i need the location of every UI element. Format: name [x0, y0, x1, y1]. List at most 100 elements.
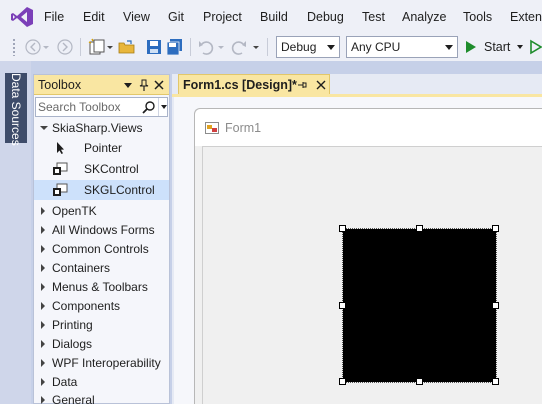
- menu-bar: File Edit View Git Project Build Debug T…: [0, 0, 542, 33]
- toolbox-item-label: SKGLControl: [84, 183, 155, 197]
- toolbox-header[interactable]: Toolbox: [34, 75, 169, 95]
- collapsed-arrow-icon: [41, 302, 45, 310]
- collapsed-arrow-icon: [41, 378, 45, 386]
- resize-handle-top-right[interactable]: [492, 225, 499, 232]
- menu-test[interactable]: Test: [362, 9, 385, 25]
- start-without-debugging-icon[interactable]: [528, 38, 542, 56]
- form-icon: [205, 122, 219, 134]
- pointer-icon: [57, 142, 64, 154]
- pin-icon[interactable]: [297, 79, 307, 91]
- new-project-icon[interactable]: [88, 38, 106, 56]
- collapsed-arrow-icon: [41, 207, 45, 215]
- toolbox-group-menus-toolbars[interactable]: Menus & Toolbars: [34, 277, 169, 297]
- start-button-label: Start: [484, 40, 511, 54]
- menu-file-label: File: [44, 10, 65, 24]
- menu-view-label: View: [123, 10, 150, 24]
- menu-edit[interactable]: Edit: [83, 9, 105, 25]
- resize-handle-bottom[interactable]: [416, 378, 423, 385]
- solution-configuration-value: Debug: [281, 40, 317, 54]
- undo-icon[interactable]: [197, 38, 215, 56]
- toolbox-group-label: Components: [52, 299, 121, 313]
- start-debugging-button[interactable]: Start: [462, 36, 526, 58]
- resize-handle-right[interactable]: [492, 302, 499, 309]
- menu-edit-label: Edit: [83, 10, 105, 24]
- form1-title: Form1: [225, 121, 262, 135]
- navigate-forward-icon[interactable]: [56, 38, 74, 56]
- save-all-icon[interactable]: [166, 38, 184, 56]
- menu-git[interactable]: Git: [168, 9, 184, 25]
- solution-platform-select[interactable]: Any CPU: [346, 36, 458, 58]
- toolbox-group-skiasharp-views[interactable]: SkiaSharp.Views: [34, 118, 169, 138]
- menu-analyze-label: Analyze: [402, 10, 447, 24]
- collapsed-arrow-icon: [41, 321, 45, 329]
- toolbox-search-input[interactable]: [36, 98, 140, 116]
- menu-tools[interactable]: Tools: [463, 9, 492, 25]
- toolbox-group-components[interactable]: Components: [34, 296, 169, 316]
- toolbox-group-label: OpenTK: [52, 204, 97, 218]
- collapsed-arrow-icon: [41, 283, 45, 291]
- navigate-back-icon[interactable]: [24, 38, 42, 56]
- search-options-dropdown-icon[interactable]: [158, 98, 168, 116]
- play-icon: [466, 41, 476, 53]
- toolbox-group-label: Data: [52, 375, 78, 389]
- toolbox-group-common-controls[interactable]: Common Controls: [34, 239, 169, 259]
- redo-dropdown-icon[interactable]: [252, 38, 260, 56]
- data-sources-tab[interactable]: Data Sources: [5, 73, 27, 146]
- menu-build-label: Build: [260, 10, 288, 24]
- form1-titlebar[interactable]: Form1: [195, 109, 542, 146]
- toolbox-group-label: WPF Interoperability: [52, 356, 161, 370]
- open-file-icon[interactable]: [118, 38, 136, 56]
- navigate-back-dropdown-icon[interactable]: [42, 38, 50, 56]
- toolbox-group-data[interactable]: Data: [34, 372, 169, 392]
- toolbar-grip-icon[interactable]: [12, 38, 16, 56]
- toolbox-group-label: All Windows Forms: [52, 223, 155, 237]
- chevron-down-icon[interactable]: [517, 45, 523, 49]
- redo-icon[interactable]: [230, 38, 248, 56]
- menu-build[interactable]: Build: [260, 9, 288, 25]
- toolbox-group-label: General: [52, 393, 95, 404]
- document-tab-label: Form1.cs [Design]*: [183, 78, 297, 92]
- toolbox-item-skcontrol[interactable]: SKControl: [34, 159, 169, 179]
- toolbox-item-pointer[interactable]: Pointer: [34, 138, 169, 158]
- visual-studio-logo-icon[interactable]: [10, 6, 34, 28]
- toolbox-group-printing[interactable]: Printing: [34, 315, 169, 335]
- menu-file[interactable]: File: [44, 9, 64, 25]
- selection-outline: [342, 228, 497, 383]
- save-icon[interactable]: [145, 38, 163, 56]
- toolbox-group-containers[interactable]: Containers: [34, 258, 169, 278]
- toolbox-group-wpf-interoperability[interactable]: WPF Interoperability: [34, 353, 169, 373]
- toolbar-separator: [267, 38, 268, 56]
- undo-dropdown-icon[interactable]: [217, 38, 225, 56]
- resize-handle-top[interactable]: [416, 225, 423, 232]
- menu-project[interactable]: Project: [203, 9, 242, 25]
- close-icon[interactable]: [153, 78, 165, 92]
- new-project-dropdown-icon[interactable]: [106, 38, 114, 56]
- tab-form1-design[interactable]: Form1.cs [Design]*: [178, 74, 330, 94]
- menu-debug[interactable]: Debug: [307, 9, 344, 25]
- menu-view[interactable]: View: [123, 9, 150, 25]
- toolbox-group-dialogs[interactable]: Dialogs: [34, 334, 169, 354]
- resize-handle-left[interactable]: [339, 302, 346, 309]
- menu-tools-label: Tools: [463, 10, 493, 24]
- toolbox-group-label: Common Controls: [52, 242, 149, 256]
- resize-handle-bottom-right[interactable]: [492, 378, 499, 385]
- chevron-down-icon: [327, 45, 335, 50]
- toolbox-group-opentk[interactable]: OpenTK: [34, 201, 169, 221]
- toolbar-separator: [190, 38, 191, 56]
- menu-analyze[interactable]: Analyze: [402, 9, 446, 25]
- resize-handle-bottom-left[interactable]: [339, 378, 346, 385]
- solution-configuration-select[interactable]: Debug: [276, 36, 340, 58]
- close-icon[interactable]: [315, 79, 327, 91]
- toolbox-group-general[interactable]: General: [34, 390, 169, 404]
- search-icon[interactable]: [142, 100, 156, 114]
- pin-icon[interactable]: [138, 78, 150, 92]
- toolbox-group-label: Menus & Toolbars: [52, 280, 148, 294]
- window-position-dropdown-icon[interactable]: [122, 78, 134, 92]
- toolbox-item-skglcontrol[interactable]: SKGLControl: [34, 180, 169, 200]
- toolbox-search-box: [35, 97, 168, 117]
- toolbox-group-all-windows-forms[interactable]: All Windows Forms: [34, 220, 169, 240]
- menu-extensions[interactable]: Extens: [510, 9, 542, 25]
- resize-handle-top-left[interactable]: [339, 225, 346, 232]
- toolbox-group-label: Containers: [52, 261, 111, 275]
- toolbar-separator: [80, 38, 81, 56]
